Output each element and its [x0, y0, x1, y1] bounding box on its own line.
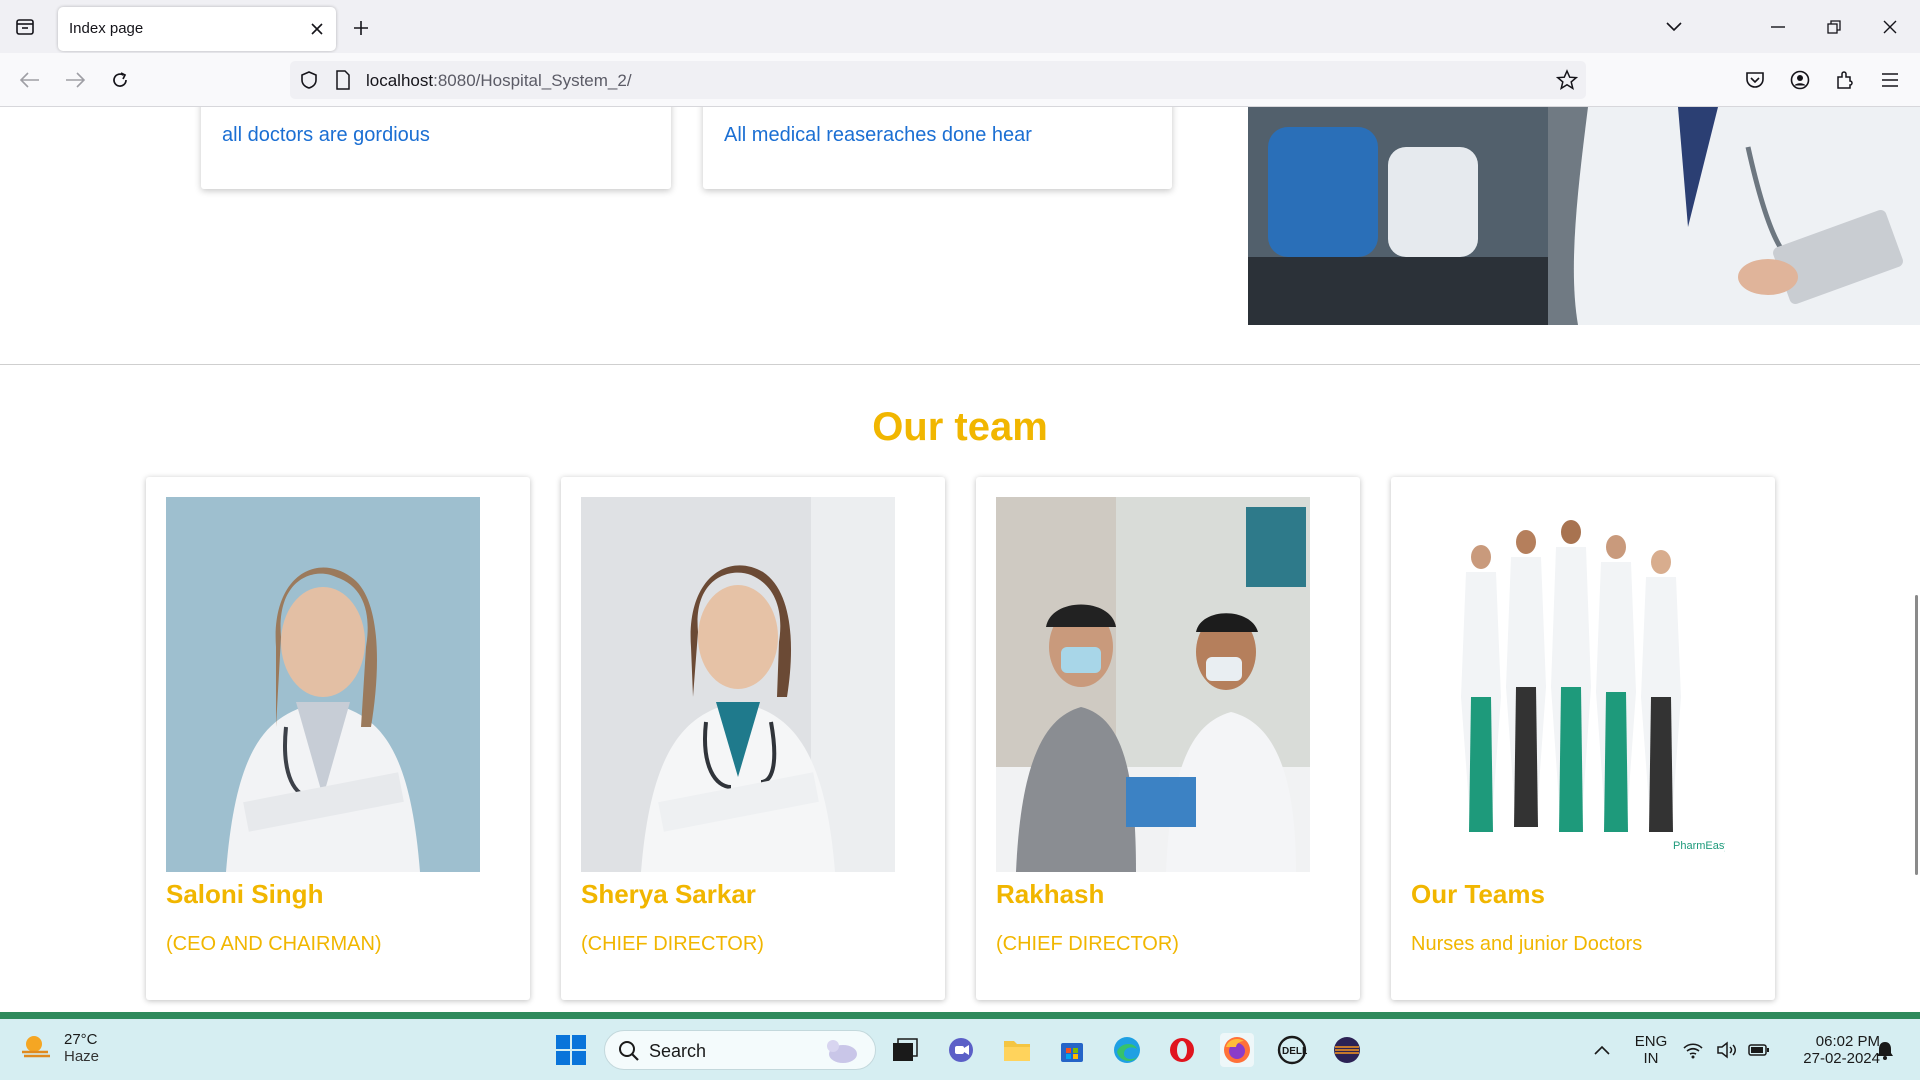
scrollbar-thumb[interactable]	[1915, 595, 1918, 875]
page-viewport: all doctors are gordious All medical rea…	[0, 107, 1920, 1012]
info-card-text[interactable]: All medical reaseraches done hear	[724, 124, 1032, 147]
team-card: Rakhash (CHIEF DIRECTOR)	[976, 477, 1360, 1000]
team-card: Sherya Sarkar (CHIEF DIRECTOR)	[561, 477, 945, 1000]
team-section-title: Our team	[872, 405, 1048, 449]
tab-index-page[interactable]: Index page	[58, 7, 336, 51]
chevron-up-icon[interactable]	[1585, 1033, 1619, 1067]
teams-chat-icon[interactable]	[944, 1033, 978, 1067]
browser-nav-bar: localhost:8080/Hospital_System_2/	[0, 53, 1920, 107]
back-icon[interactable]	[15, 65, 45, 95]
team-member-role: (CEO AND CHAIRMAN)	[166, 933, 382, 955]
file-explorer-icon[interactable]	[1000, 1033, 1034, 1067]
team-member-name: Saloni Singh	[166, 879, 324, 909]
tab-list-icon[interactable]	[12, 14, 38, 40]
task-view-icon[interactable]	[888, 1033, 922, 1067]
svg-text:DELL: DELL	[1282, 1046, 1307, 1057]
account-icon[interactable]	[1785, 65, 1815, 95]
wifi-icon[interactable]	[1680, 1033, 1706, 1067]
microsoft-store-icon[interactable]	[1055, 1033, 1089, 1067]
info-card-research: All medical reaseraches done hear	[703, 107, 1172, 189]
team-card: PharmEasy Our Teams Nurses and junior Do…	[1391, 477, 1775, 1000]
plus-icon[interactable]	[347, 14, 375, 42]
notification-icon[interactable]	[1870, 1033, 1900, 1067]
taskbar-search[interactable]: Search	[604, 1030, 876, 1070]
windows-taskbar: 27°C Haze Search DELL ENG IN 06:02 PM 27…	[0, 1012, 1920, 1080]
team-member-photo: PharmEasy	[1411, 497, 1725, 872]
menu-icon[interactable]	[1875, 65, 1905, 95]
info-card-text[interactable]: all doctors are gordious	[222, 124, 430, 147]
shield-icon[interactable]	[299, 70, 319, 95]
windows-start-icon[interactable]	[554, 1033, 588, 1067]
star-icon[interactable]	[1555, 69, 1579, 96]
search-placeholder: Search	[649, 1041, 707, 1061]
team-card: Saloni Singh (CEO AND CHAIRMAN)	[146, 477, 530, 1000]
battery-icon[interactable]	[1746, 1033, 1772, 1067]
url-path: :8080/Hospital_System_2/	[433, 71, 632, 90]
page-icon[interactable]	[335, 70, 351, 95]
section-divider	[0, 364, 1920, 365]
search-highlight-icon	[823, 1036, 861, 1071]
team-member-role: Nurses and junior Doctors	[1411, 933, 1643, 955]
pocket-icon[interactable]	[1740, 65, 1770, 95]
clock-time: 06:02 PM	[1815, 1033, 1880, 1050]
language-code: ENG	[1634, 1033, 1668, 1050]
weather-temperature: 27°C	[64, 1031, 98, 1048]
team-member-photo	[581, 497, 895, 872]
team-member-photo	[996, 497, 1310, 872]
weather-description: Haze	[64, 1048, 100, 1065]
browser-tab-bar: Index page	[0, 0, 1920, 53]
opera-icon[interactable]	[1165, 1033, 1199, 1067]
clock[interactable]: 06:02 PM 27-02-2024	[1780, 1033, 1880, 1067]
extensions-icon[interactable]	[1830, 65, 1860, 95]
firefox-icon[interactable]	[1220, 1033, 1254, 1067]
team-member-name: Rakhash	[996, 879, 1105, 909]
window-close-icon[interactable]	[1868, 0, 1912, 53]
svg-text:PharmEasy: PharmEasy	[1673, 840, 1725, 852]
weather-icon	[20, 1032, 52, 1065]
reload-icon[interactable]	[105, 65, 135, 95]
chevron-down-icon[interactable]	[1652, 0, 1696, 53]
url-text[interactable]: localhost:8080/Hospital_System_2/	[366, 71, 632, 91]
language-indicator[interactable]: ENG IN	[1630, 1033, 1672, 1067]
url-bar[interactable]: localhost:8080/Hospital_System_2/	[290, 61, 1586, 99]
restore-icon[interactable]	[1812, 0, 1856, 53]
url-host: localhost	[366, 71, 434, 90]
forward-icon[interactable]	[60, 65, 90, 95]
search-icon	[618, 1040, 640, 1067]
dell-icon[interactable]: DELL	[1275, 1033, 1309, 1067]
minimize-icon[interactable]	[1756, 0, 1800, 53]
clock-date: 27-02-2024	[1803, 1050, 1880, 1067]
team-member-photo	[166, 497, 480, 872]
region-code: IN	[1643, 1050, 1659, 1067]
hero-doctor-image	[1248, 107, 1920, 325]
team-member-role: (CHIEF DIRECTOR)	[581, 933, 764, 955]
team-member-role: (CHIEF DIRECTOR)	[996, 933, 1179, 955]
volume-icon[interactable]	[1714, 1033, 1740, 1067]
eclipse-icon[interactable]	[1330, 1033, 1364, 1067]
close-icon[interactable]	[306, 18, 328, 40]
info-card-doctors: all doctors are gordious	[201, 107, 671, 189]
tab-title: Index page	[69, 20, 144, 37]
vertical-scrollbar[interactable]	[1912, 107, 1920, 1012]
edge-icon[interactable]	[1110, 1033, 1144, 1067]
team-member-name: Our Teams	[1411, 879, 1545, 909]
team-member-name: Sherya Sarkar	[581, 879, 756, 909]
weather-widget[interactable]: 27°C Haze	[20, 1031, 99, 1065]
